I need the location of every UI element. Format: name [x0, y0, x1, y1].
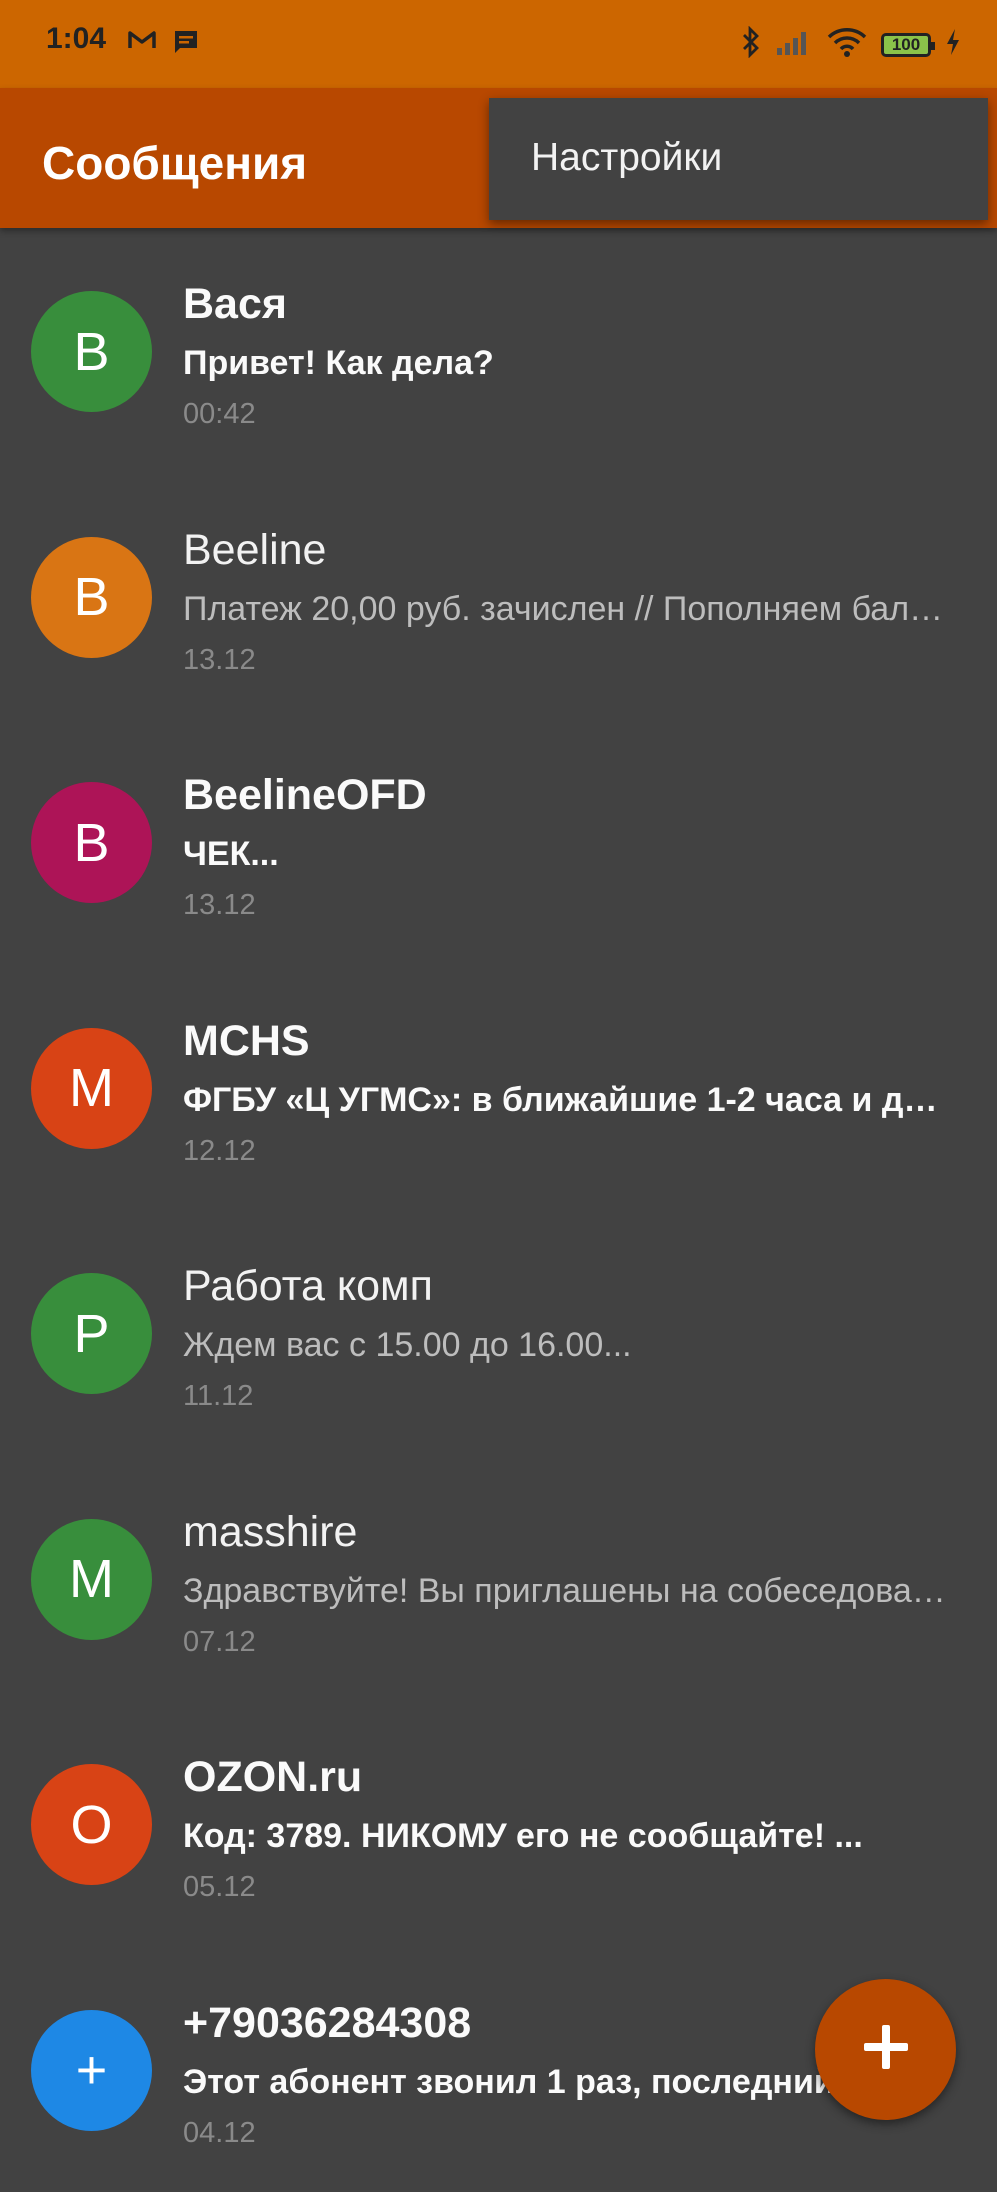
avatar: B [31, 537, 152, 658]
battery-level: 100 [892, 35, 920, 55]
conversation-item[interactable]: B BeelineOFD ЧЕК... 13.12 [0, 719, 997, 965]
conversation-preview: Платеж 20,00 руб. зачислен // Пополняем … [183, 590, 948, 629]
avatar: O [31, 1764, 152, 1885]
charging-icon [945, 28, 961, 61]
conversation-preview: ФГБУ «Ц УГМС»: в ближайшие 1-2 часа и да… [183, 1081, 948, 1120]
conversation-time: 05.12 [183, 1871, 256, 1904]
avatar: В [31, 291, 152, 412]
avatar-initial: M [69, 1548, 114, 1610]
conversation-item[interactable]: B Beeline Платеж 20,00 руб. зачислен // По… [0, 474, 997, 720]
avatar-initial: Р [73, 1303, 109, 1365]
signal-icon [775, 28, 813, 61]
conversation-name: Вася [183, 280, 287, 329]
status-bar: 1:04 100 [0, 0, 997, 88]
bluetooth-icon [741, 26, 761, 63]
page-title: Сообщения [42, 136, 307, 190]
conversation-name: masshire [183, 1508, 357, 1557]
conversation-preview: Привет! Как дела? [183, 344, 948, 383]
conversation-name: BeelineOFD [183, 771, 427, 820]
avatar: M [31, 1519, 152, 1640]
menu-item-settings[interactable]: Настройки [531, 136, 722, 180]
conversation-time: 00:42 [183, 398, 256, 431]
avatar: Р [31, 1273, 152, 1394]
overflow-menu: Настройки [489, 98, 988, 220]
conversation-preview: Ждем вас с 15.00 до 16.00... [183, 1326, 948, 1365]
avatar-initial: B [73, 566, 109, 628]
wifi-icon [827, 27, 867, 62]
message-icon [172, 28, 200, 61]
avatar: + [31, 2010, 152, 2131]
conversation-time: 13.12 [183, 889, 256, 922]
avatar-initial: O [70, 1794, 112, 1856]
conversation-item[interactable]: O OZON.ru Код: 3789. НИКОМУ его не сообщай… [0, 1701, 997, 1947]
new-message-button[interactable] [815, 1979, 956, 2120]
conversation-preview: Код: 3789. НИКОМУ его не сообщайте! ... [183, 1817, 948, 1856]
conversation-list: В Вася Привет! Как дела? 00:42 B Beeline Плате… [0, 228, 997, 2192]
conversation-time: 04.12 [183, 2117, 256, 2150]
conversation-time: 07.12 [183, 1626, 256, 1659]
avatar: B [31, 782, 152, 903]
plus-icon [862, 2023, 910, 2076]
conversation-item[interactable]: В Вася Привет! Как дела? 00:42 [0, 228, 997, 474]
avatar: M [31, 1028, 152, 1149]
conversation-item[interactable]: Р Работа комп Ждем вас с 15.00 до 16.00...… [0, 1210, 997, 1456]
conversation-name: MCHS [183, 1017, 310, 1066]
conversation-preview: ЧЕК... [183, 835, 948, 874]
conversation-name: OZON.ru [183, 1753, 362, 1802]
conversation-time: 11.12 [183, 1380, 253, 1413]
avatar-initial: M [69, 1057, 114, 1119]
conversation-time: 12.12 [183, 1135, 256, 1168]
conversation-item[interactable]: M MCHS ФГБУ «Ц УГМС»: в ближайшие 1-2 часа… [0, 965, 997, 1211]
avatar-initial: B [73, 812, 109, 874]
gmail-icon [128, 28, 156, 61]
conversation-name: Beeline [183, 526, 326, 575]
conversation-time: 13.12 [183, 644, 256, 677]
status-time: 1:04 [46, 22, 106, 56]
conversation-item[interactable]: Mmasshire Здравствуйте! Вы приглашены на … [0, 1456, 997, 1702]
avatar-initial: + [76, 2039, 108, 2101]
battery-icon: 100 [881, 33, 931, 57]
conversation-name: +79036284308 [183, 1999, 471, 2048]
conversation-name: Работа комп [183, 1262, 433, 1311]
avatar-initial: В [73, 321, 109, 383]
conversation-preview: Здравствуйте! Вы приглашены на собеседов… [183, 1572, 948, 1611]
